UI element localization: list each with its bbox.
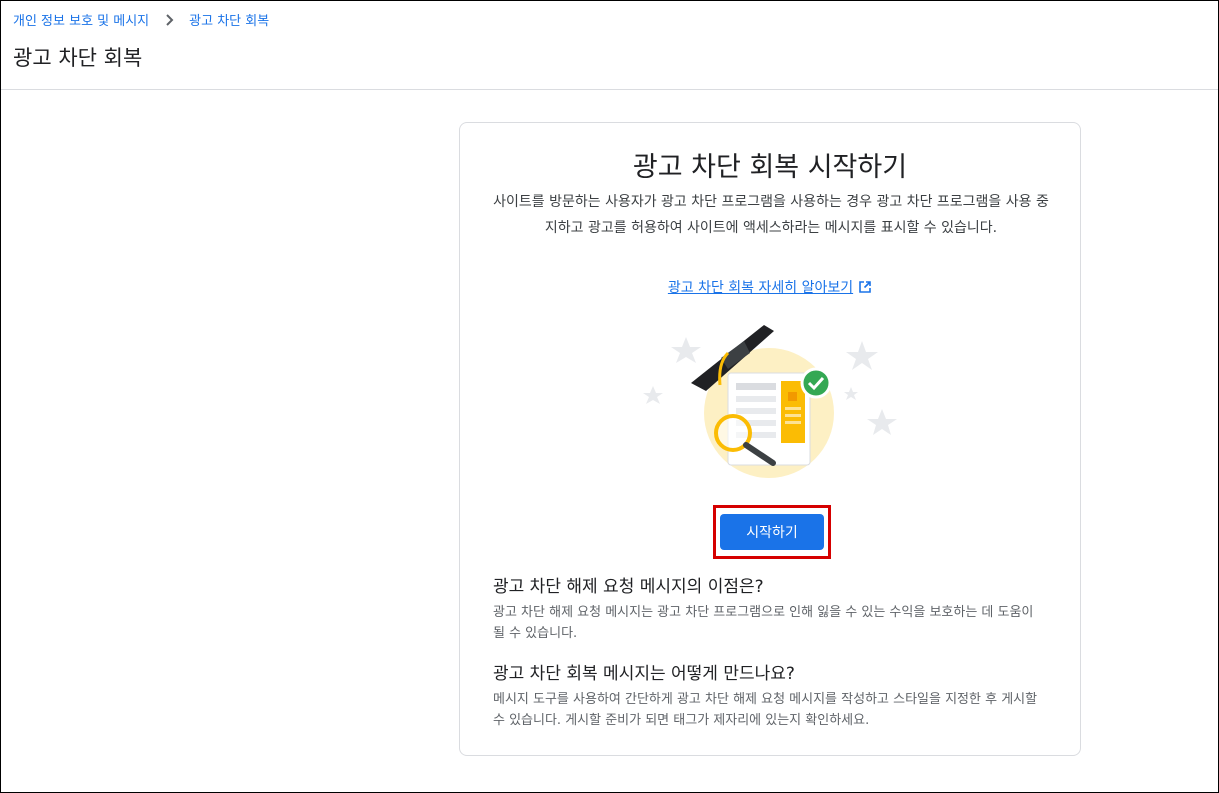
faq-question-benefits: 광고 차단 해제 요청 메시지의 이점은? [493,577,764,597]
check-circle-icon [800,367,832,399]
ad-recovery-illustration [643,325,897,478]
faq-question-how-to-create: 광고 차단 회복 메시지는 어떻게 만드나요? [493,664,795,684]
star-icon [867,409,897,435]
chevron-right-icon [166,13,174,26]
faq-answer-benefits: 광고 차단 해제 요청 메시지는 광고 차단 프로그램으로 인해 잃을 수 있는… [493,605,1034,641]
breadcrumb: 개인 정보 보호 및 메시지 광고 차단 회복 [13,10,269,29]
learn-more-link[interactable]: 광고 차단 회복 자세히 알아보기 [668,280,872,296]
page-header: 개인 정보 보호 및 메시지 광고 차단 회복 광고 차단 회복 [1,1,1218,90]
star-icon [671,337,701,363]
open-in-new-icon [859,281,871,293]
learn-more-row: 광고 차단 회복 자세히 알아보기 [460,277,1080,297]
card-title: 광고 차단 회복 시작하기 [632,152,908,183]
star-icon [844,387,858,400]
learn-more-label: 광고 차단 회복 자세히 알아보기 [667,280,854,296]
star-icon [846,341,878,370]
star-icon [643,386,663,404]
getting-started-card: 광고 차단 회복 시작하기 사이트를 방문하는 사용자가 광고 차단 프로그램을… [459,122,1081,756]
breadcrumb-link-ad-block-recovery[interactable]: 광고 차단 회복 [189,10,269,29]
breadcrumb-link-privacy-messaging[interactable]: 개인 정보 보호 및 메시지 [13,10,149,29]
page-title: 광고 차단 회복 [13,46,143,70]
app-frame: 개인 정보 보호 및 메시지 광고 차단 회복 광고 차단 회복 광고 차단 회… [0,0,1219,793]
faq-answer-how-to-create: 메시지 도구를 사용하여 간단하게 광고 차단 해제 요청 메시지를 작성하고 … [493,692,1038,728]
card-description: 사이트를 방문하는 사용자가 광고 차단 프로그램을 사용하는 경우 광고 차단… [493,194,1049,236]
start-button[interactable]: 시작하기 [720,514,824,550]
